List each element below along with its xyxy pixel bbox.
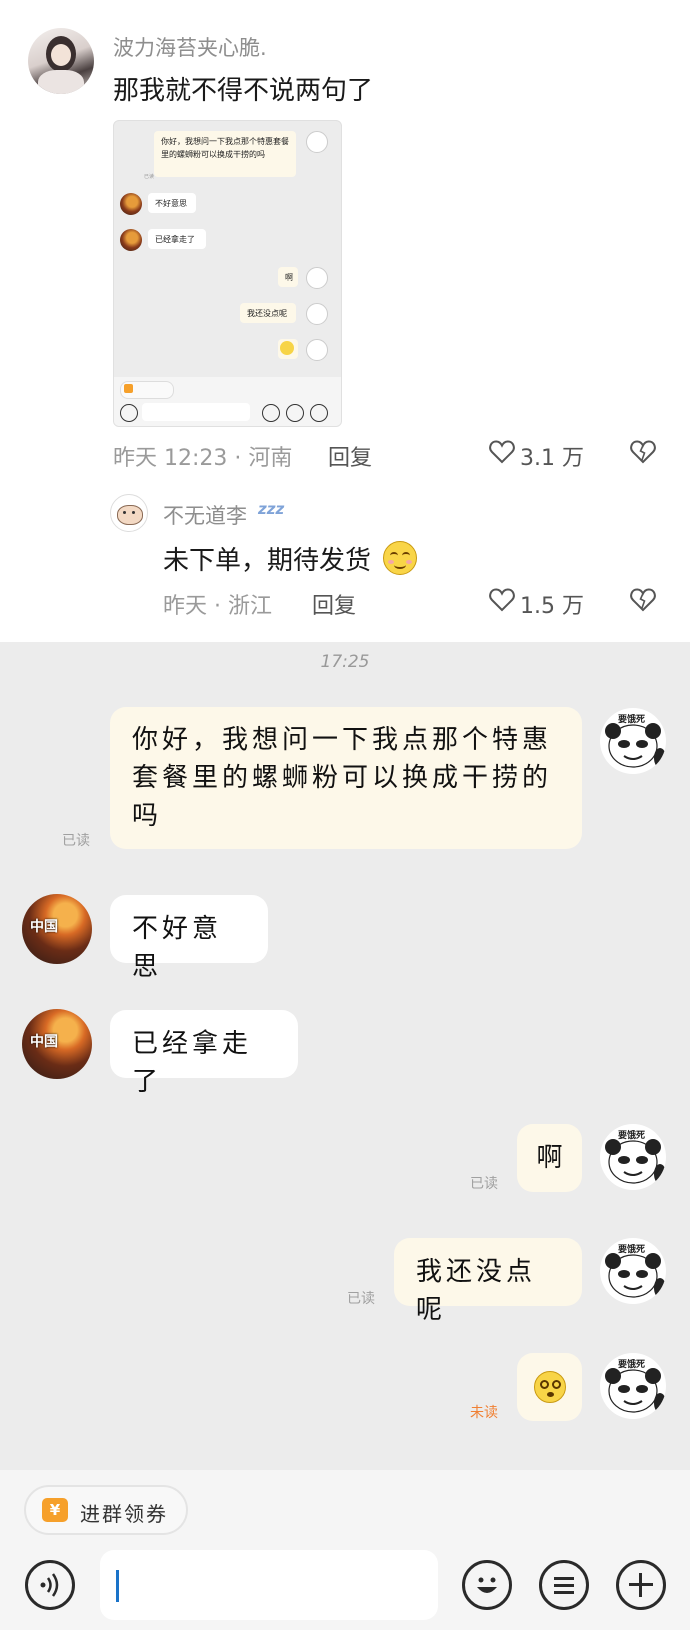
- dislike-icon[interactable]: [630, 440, 656, 468]
- coupon-label: 进群领券: [80, 1502, 168, 1526]
- read-status: 已读: [470, 1176, 498, 1192]
- heart-icon[interactable]: [489, 588, 515, 616]
- join-group-coupon-button[interactable]: ¥ 进群领券: [24, 1485, 188, 1535]
- panda-meme-avatar[interactable]: 要饿死: [600, 708, 666, 774]
- unread-status: 未读: [470, 1405, 498, 1421]
- comment-attached-screenshot[interactable]: 你好，我想问一下我点那个特惠套餐里的螺蛳粉可以换成干捞的吗 已读 不好意思 已经…: [113, 120, 342, 427]
- sub-comment-like-count: 1.5 万: [520, 594, 584, 619]
- chat-timestamp: 17:25: [320, 652, 370, 672]
- shop-food-avatar[interactable]: 中国: [22, 894, 92, 964]
- dizzy-face-emoji-icon: [534, 1371, 566, 1403]
- comment-like-count: 3.1 万: [520, 446, 584, 471]
- read-status: 已读: [62, 833, 90, 849]
- emoji-button[interactable]: [462, 1560, 512, 1610]
- plus-more-button[interactable]: [616, 1560, 666, 1610]
- panda-meme-avatar[interactable]: 要饿死: [600, 1238, 666, 1304]
- voice-input-button[interactable]: [25, 1560, 75, 1610]
- message-input[interactable]: [100, 1550, 438, 1620]
- read-status: 已读: [347, 1291, 375, 1307]
- coupon-icon: ¥: [42, 1498, 68, 1522]
- panda-meme-avatar[interactable]: 要饿死: [600, 1353, 666, 1419]
- message-bubble-mine: 啊: [517, 1124, 582, 1192]
- message-bubble-mine: 你好，我想问一下我点那个特惠套餐里的螺蛳粉可以换成干捞的吗: [110, 707, 582, 849]
- comment-time-location: 昨天 12:23 · 河南: [113, 446, 293, 471]
- panda-meme-avatar[interactable]: 要饿死: [600, 1124, 666, 1190]
- dislike-icon[interactable]: [630, 588, 656, 616]
- message-bubble-mine: [517, 1353, 582, 1421]
- message-bubble-other: 已经拿走了: [110, 1010, 298, 1097]
- sub-comment-time-location: 昨天 · 浙江: [163, 594, 272, 619]
- message-bubble-mine: 我还没点呢: [394, 1238, 582, 1325]
- heart-icon[interactable]: [489, 440, 515, 468]
- commenter-avatar[interactable]: [28, 28, 94, 94]
- commenter-username[interactable]: 波力海苔夹心脆.: [113, 32, 267, 62]
- sub-comment-reply-button[interactable]: 回复: [312, 588, 356, 620]
- sleep-zzz-icon: zzz: [258, 500, 285, 518]
- quick-menu-button[interactable]: [539, 1560, 589, 1610]
- comment-text: 那我就不得不说两句了: [113, 76, 374, 106]
- shop-food-avatar[interactable]: 中国: [22, 1009, 92, 1079]
- sub-comment-text: 未下单，期待发货: [163, 546, 372, 576]
- sub-commenter-avatar[interactable]: [110, 494, 148, 532]
- blush-smile-emoji-icon: [383, 541, 417, 575]
- text-cursor: [116, 1570, 119, 1602]
- comment-reply-button[interactable]: 回复: [328, 440, 372, 472]
- message-bubble-other: 不好意思: [110, 895, 268, 982]
- sub-commenter-username[interactable]: 不无道李: [163, 500, 247, 530]
